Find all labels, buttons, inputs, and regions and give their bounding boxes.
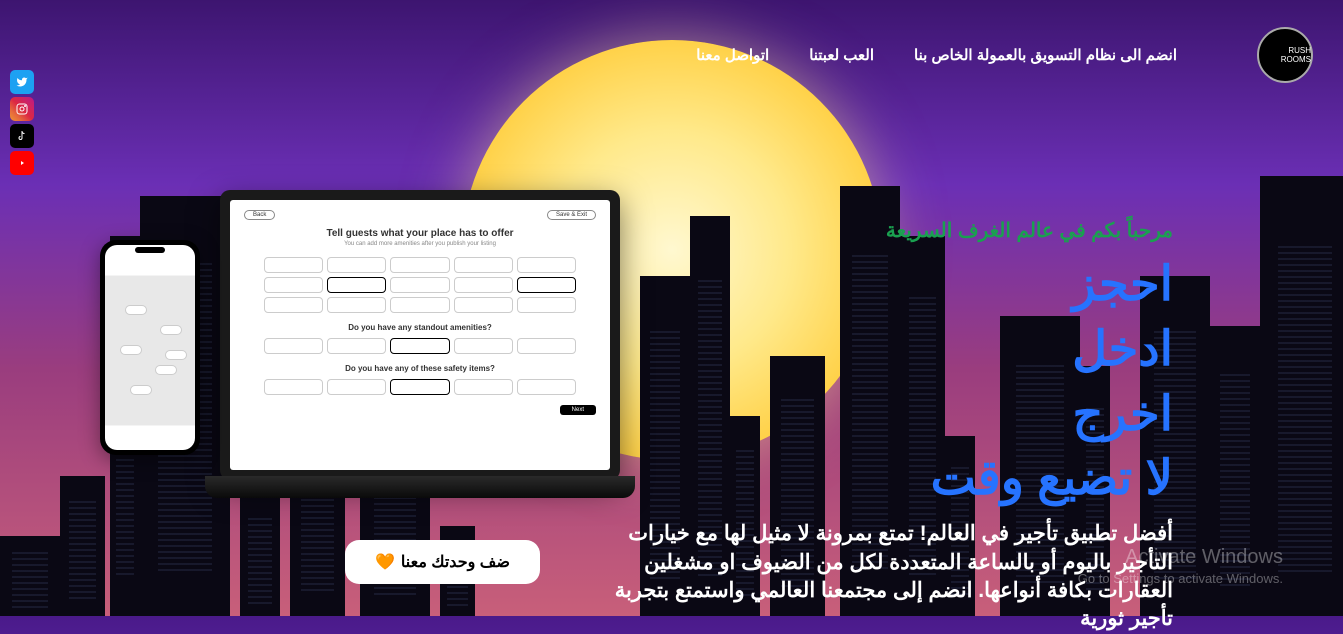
hero-headline: احجز ادخل اخرج لا تضيع وقت — [613, 253, 1173, 512]
amenity-grid-3 — [244, 379, 596, 395]
laptop-subheading: You can add more amenities after you pub… — [244, 241, 596, 247]
navbar: RUSH ROOMS انضم الى نظام التسويق بالعمول… — [0, 0, 1343, 110]
youtube-icon[interactable] — [10, 151, 34, 175]
hero-line-4: لا تضيع وقت — [613, 447, 1173, 512]
amenity-grid-1 — [244, 257, 596, 313]
nav-affiliate[interactable]: انضم الى نظام التسويق بالعمولة الخاص بنا — [914, 46, 1177, 64]
windows-activation-watermark: Activate Windows Go to Settings to activ… — [1078, 546, 1283, 586]
cta-add-unit-button[interactable]: ضف وحدتك معنا 🧡 — [345, 540, 540, 584]
laptop-screen: Back Save & Exit Tell guests what your p… — [230, 200, 610, 470]
phone-mockup — [100, 240, 200, 455]
hero-line-2: ادخل — [613, 318, 1173, 383]
twitter-icon[interactable] — [10, 70, 34, 94]
laptop-save-button: Save & Exit — [547, 210, 596, 220]
laptop-q1: Do you have any standout amenities? — [244, 323, 596, 332]
watermark-subtitle: Go to Settings to activate Windows. — [1078, 571, 1283, 586]
hero-line-3: اخرج — [613, 383, 1173, 448]
laptop-next-button: Next — [560, 405, 596, 415]
social-sidebar — [10, 70, 34, 175]
heart-icon: 🧡 — [375, 552, 395, 572]
nav-game[interactable]: العب لعبتنا — [809, 46, 874, 64]
nav-contact[interactable]: اتواصل معنا — [696, 46, 769, 64]
cta-label: ضف وحدتك معنا — [401, 552, 510, 572]
instagram-icon[interactable] — [10, 97, 34, 121]
logo[interactable]: RUSH ROOMS — [1257, 27, 1313, 83]
laptop-q2: Do you have any of these safety items? — [244, 364, 596, 373]
laptop-heading: Tell guests what your place has to offer — [244, 228, 596, 239]
hero-line-1: احجز — [613, 253, 1173, 318]
phone-screen — [105, 245, 195, 450]
tiktok-icon[interactable] — [10, 124, 34, 148]
amenity-grid-2 — [244, 338, 596, 354]
laptop-mockup: Back Save & Exit Tell guests what your p… — [220, 190, 620, 480]
welcome-text: مرحباً بكم في عالم الغرف السريعة — [613, 218, 1173, 243]
laptop-back-button: Back — [244, 210, 275, 220]
watermark-title: Activate Windows — [1078, 546, 1283, 569]
